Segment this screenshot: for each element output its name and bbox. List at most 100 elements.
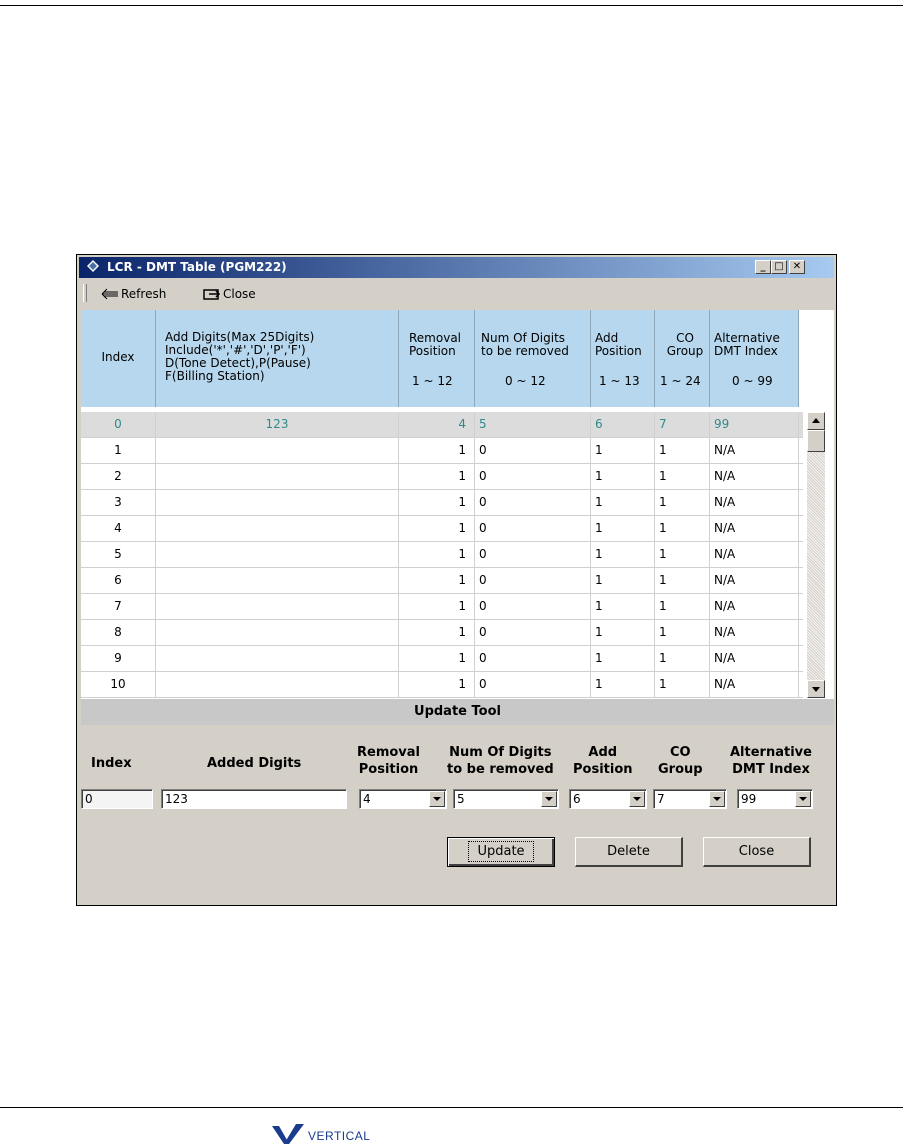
table-row[interactable]: 7 1 0 1 1 N/A xyxy=(81,594,803,620)
header-index-title: Index xyxy=(101,350,135,364)
cell-num: 5 xyxy=(475,412,591,437)
label-co-group: CO Group xyxy=(658,745,703,777)
table-row[interactable]: 8 1 0 1 1 N/A xyxy=(81,620,803,646)
header-num-digits[interactable]: Num Of Digits to be removed 0 ~ 12 xyxy=(475,310,591,407)
cell-index: 3 xyxy=(81,490,156,515)
cell-co: 1 xyxy=(655,594,710,619)
table-row[interactable]: 4 1 0 1 1 N/A xyxy=(81,516,803,542)
table-header: Index Add Digits(Max 25Digits) Include('… xyxy=(81,310,803,407)
table-row[interactable]: 5 1 0 1 1 N/A xyxy=(81,542,803,568)
cell-add: 1 xyxy=(591,620,655,645)
label-index: Index xyxy=(91,756,132,771)
cell-digits xyxy=(156,490,399,515)
table-rows: 0 123 4 5 6 7 99 1 1 0 1 1 N/A 2 1 0 1 1 N/A 3 1 0 1 1 N/A 4 1 0 1 1 N… xyxy=(81,412,803,698)
close-label: Close xyxy=(738,844,775,859)
num-digits-select[interactable]: 5 xyxy=(453,789,559,809)
vertical-scrollbar[interactable] xyxy=(807,412,825,698)
cell-co: 1 xyxy=(655,672,710,697)
refresh-button[interactable]: Refresh xyxy=(101,285,181,303)
minimize-button[interactable]: _ xyxy=(755,260,771,274)
update-button[interactable]: Update xyxy=(447,837,555,867)
table-row[interactable]: 6 1 0 1 1 N/A xyxy=(81,568,803,594)
header-add-title: Add Position xyxy=(595,331,642,358)
cell-alt: N/A xyxy=(710,490,799,515)
header-num-range: 0 ~ 12 xyxy=(505,374,546,388)
close-icon: ✕ xyxy=(792,261,802,272)
delete-label: Delete xyxy=(607,844,650,859)
cell-alt: N/A xyxy=(710,620,799,645)
table-row[interactable]: 10 1 0 1 1 N/A xyxy=(81,672,803,698)
chevron-down-icon[interactable] xyxy=(629,791,645,807)
index-field[interactable]: 0 xyxy=(81,789,153,809)
header-add-digits[interactable]: Add Digits(Max 25Digits) Include('*','#'… xyxy=(156,310,399,407)
cell-num: 0 xyxy=(475,646,591,671)
cell-digits xyxy=(156,620,399,645)
label-added-digits: Added Digits xyxy=(207,756,302,771)
header-removal-range: 1 ~ 12 xyxy=(412,374,453,388)
chevron-down-icon[interactable] xyxy=(709,791,725,807)
chevron-down-icon[interactable] xyxy=(429,791,445,807)
close-button[interactable]: Close xyxy=(703,837,811,867)
cell-add: 1 xyxy=(591,672,655,697)
scroll-down-button[interactable] xyxy=(807,680,825,698)
header-index[interactable]: Index xyxy=(81,310,156,407)
dmt-table: Index Add Digits(Max 25Digits) Include('… xyxy=(81,310,834,699)
maximize-button[interactable]: □ xyxy=(771,260,787,274)
label-removal-position: Removal Position xyxy=(357,745,421,777)
header-removal-title: Removal Position xyxy=(409,331,462,358)
cell-index: 8 xyxy=(81,620,156,645)
header-add-range: 1 ~ 13 xyxy=(599,374,640,388)
update-label: Update xyxy=(468,841,534,862)
alt-dmt-select[interactable]: 99 xyxy=(737,789,813,809)
header-co-group[interactable]: CO Group 1 ~ 24 xyxy=(655,310,710,407)
chevron-down-icon[interactable] xyxy=(795,791,811,807)
toolbar-close-button[interactable]: Close xyxy=(203,285,273,303)
delete-button[interactable]: Delete xyxy=(575,837,683,867)
window-body: LCR - DMT Table (PGM222) _ □ ✕ Refresh C… xyxy=(79,257,834,903)
scroll-thumb[interactable] xyxy=(807,430,825,452)
add-position-select[interactable]: 6 xyxy=(569,789,647,809)
cell-removal: 1 xyxy=(399,646,475,671)
close-window-button[interactable]: ✕ xyxy=(789,260,805,274)
update-tool-header: Update Tool xyxy=(81,699,834,725)
chevron-down-icon[interactable] xyxy=(541,791,557,807)
cell-index: 10 xyxy=(81,672,156,697)
table-row[interactable]: 2 1 0 1 1 N/A xyxy=(81,464,803,490)
header-alt-dmt[interactable]: Alternative DMT Index 0 ~ 99 xyxy=(710,310,799,407)
co-group-select[interactable]: 7 xyxy=(653,789,727,809)
scroll-down-icon xyxy=(812,687,820,692)
cell-alt: N/A xyxy=(710,646,799,671)
cell-co: 7 xyxy=(655,412,710,437)
cell-index: 7 xyxy=(81,594,156,619)
label-num-digits: Num Of Digits to be removed xyxy=(447,745,554,777)
table-row[interactable]: 0 123 4 5 6 7 99 xyxy=(81,412,803,438)
removal-position-select[interactable]: 4 xyxy=(359,789,447,809)
add-position-value: 6 xyxy=(573,792,581,806)
cell-removal: 1 xyxy=(399,620,475,645)
table-row[interactable]: 1 1 0 1 1 N/A xyxy=(81,438,803,464)
cell-removal: 1 xyxy=(399,438,475,463)
table-row[interactable]: 3 1 0 1 1 N/A xyxy=(81,490,803,516)
cell-num: 0 xyxy=(475,464,591,489)
added-digits-field[interactable]: 123 xyxy=(161,789,347,809)
cell-alt: 99 xyxy=(710,412,799,437)
cell-alt: N/A xyxy=(710,542,799,567)
table-row[interactable]: 9 1 0 1 1 N/A xyxy=(81,646,803,672)
cell-num: 0 xyxy=(475,620,591,645)
cell-alt: N/A xyxy=(710,464,799,489)
cell-digits xyxy=(156,594,399,619)
cell-alt: N/A xyxy=(710,672,799,697)
cell-add: 1 xyxy=(591,490,655,515)
scroll-up-button[interactable] xyxy=(807,412,825,430)
cell-removal: 1 xyxy=(399,568,475,593)
maximize-icon: □ xyxy=(774,261,784,272)
header-add-position[interactable]: Add Position 1 ~ 13 xyxy=(591,310,655,407)
cell-num: 0 xyxy=(475,438,591,463)
cell-digits xyxy=(156,646,399,671)
cell-index: 6 xyxy=(81,568,156,593)
cell-digits xyxy=(156,568,399,593)
title-bar[interactable]: LCR - DMT Table (PGM222) _ □ ✕ xyxy=(79,257,834,278)
header-num-title: Num Of Digits to be removed xyxy=(481,331,569,358)
header-removal-position[interactable]: Removal Position 1 ~ 12 xyxy=(399,310,475,407)
header-add-digits-title: Add Digits(Max 25Digits) Include('*','#'… xyxy=(165,330,315,383)
